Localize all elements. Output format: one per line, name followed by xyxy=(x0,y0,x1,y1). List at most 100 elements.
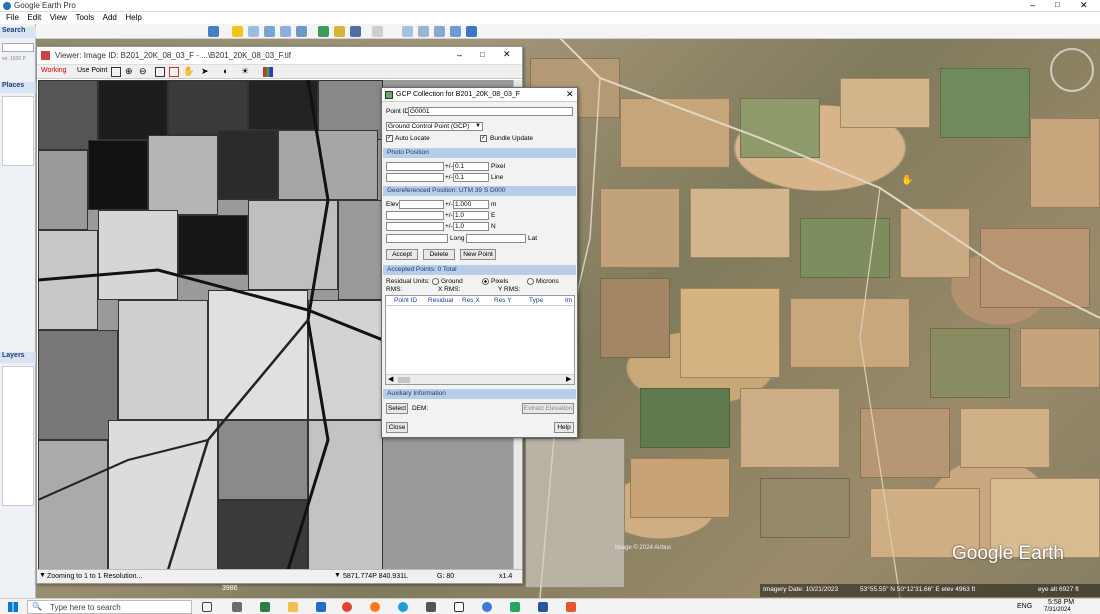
viewer-minimize-icon[interactable]: – xyxy=(457,50,462,60)
windows-start-icon[interactable] xyxy=(8,602,18,612)
gcp-close-icon[interactable]: ✕ xyxy=(566,89,574,100)
col-res-y[interactable]: Res Y xyxy=(494,297,512,304)
menu-edit[interactable]: Edit xyxy=(27,12,41,24)
contrast-icon[interactable]: ◐ xyxy=(223,66,228,76)
pci-geomatica-icon[interactable] xyxy=(454,602,464,612)
col-type[interactable]: Type xyxy=(529,297,543,304)
word-icon[interactable] xyxy=(538,602,548,612)
close-button[interactable]: Close xyxy=(386,422,408,433)
long-input[interactable] xyxy=(386,234,448,243)
menu-view[interactable]: View xyxy=(50,12,67,24)
ground-radio[interactable] xyxy=(432,278,439,285)
elev-input[interactable] xyxy=(399,200,444,209)
app-icon-4[interactable] xyxy=(566,602,576,612)
col-im[interactable]: Im xyxy=(565,297,572,304)
search-panel-header[interactable]: Search xyxy=(0,27,36,38)
compass-icon[interactable] xyxy=(1050,48,1094,92)
viewer-maximize-icon[interactable]: □ xyxy=(480,50,485,59)
easting-tolerance-input[interactable]: 1.0 xyxy=(453,211,489,220)
language-indicator[interactable]: ENG xyxy=(1017,603,1032,610)
viewer-close-icon[interactable]: ✕ xyxy=(503,49,511,60)
zoom-in-icon[interactable]: ⊕ xyxy=(125,66,133,77)
firefox-icon[interactable] xyxy=(370,602,380,612)
tour-icon[interactable] xyxy=(296,26,307,37)
places-panel-header[interactable]: Places xyxy=(0,82,36,93)
bands-icon[interactable] xyxy=(263,67,273,77)
extract-elevation-button[interactable]: Extract Elevation xyxy=(522,403,574,414)
accepted-points-table[interactable]: Point ID Residual Res X Res Y Type Im ◀ … xyxy=(385,295,575,385)
help-button[interactable]: Help xyxy=(554,422,574,433)
bundle-update-checkbox[interactable]: ✓ xyxy=(480,135,487,142)
scroll-right-icon[interactable]: ▶ xyxy=(566,375,571,383)
easting-input[interactable] xyxy=(386,211,444,220)
scroll-thumb[interactable] xyxy=(398,377,410,383)
line-input[interactable] xyxy=(386,173,444,182)
sidebar-toggle-icon[interactable] xyxy=(208,26,219,37)
menu-add[interactable]: Add xyxy=(103,12,117,24)
overlay-icon[interactable] xyxy=(280,26,291,37)
planets-icon[interactable] xyxy=(350,26,361,37)
pixel-tolerance-input[interactable]: 0.1 xyxy=(453,162,489,171)
accept-button[interactable]: Accept xyxy=(386,249,418,260)
email-icon[interactable] xyxy=(402,26,413,37)
menu-tools[interactable]: Tools xyxy=(75,12,94,24)
print-icon[interactable] xyxy=(418,26,429,37)
scroll-left-icon[interactable]: ◀ xyxy=(388,375,393,383)
clock-date[interactable]: 7/31/2024 xyxy=(1044,607,1071,613)
new-point-button[interactable]: New Point xyxy=(460,249,496,260)
menu-help[interactable]: Help xyxy=(125,12,141,24)
task-view-icon[interactable] xyxy=(202,602,212,612)
fit-icon[interactable] xyxy=(111,67,121,77)
brightness-icon[interactable]: ☀ xyxy=(241,66,249,77)
sun-icon[interactable] xyxy=(334,26,345,37)
point-id-input[interactable]: G0001 xyxy=(408,107,573,116)
col-res-x[interactable]: Res X xyxy=(462,297,480,304)
mail-icon[interactable] xyxy=(316,602,326,612)
col-point-id[interactable]: Point ID xyxy=(394,297,417,304)
zoom-1to1-icon[interactable] xyxy=(169,67,179,77)
history-icon[interactable] xyxy=(318,26,329,37)
search-input[interactable] xyxy=(2,43,34,52)
working-mode-button[interactable]: Working xyxy=(41,67,67,74)
cursor-icon[interactable]: ➤ xyxy=(201,66,209,77)
pixel-input[interactable] xyxy=(386,162,444,171)
layers-tree[interactable] xyxy=(2,366,34,506)
table-horizontal-scrollbar[interactable]: ◀ ▶ xyxy=(386,374,574,384)
northing-tolerance-input[interactable]: 1.0 xyxy=(453,222,489,231)
pan-hand-icon[interactable]: ✋ xyxy=(183,66,194,77)
places-tree[interactable] xyxy=(2,96,34,166)
col-residual[interactable]: Residual xyxy=(428,297,453,304)
select-dem-button[interactable]: Select xyxy=(386,403,408,414)
app-icon-1[interactable] xyxy=(232,602,242,612)
pixels-radio[interactable] xyxy=(482,278,489,285)
google-earth-icon[interactable] xyxy=(482,602,492,612)
gcp-collection-dialog[interactable]: GCP Collection for B201_20K_08_03_F ✕ Po… xyxy=(381,87,578,438)
line-tolerance-input[interactable]: 0.1 xyxy=(453,173,489,182)
use-point-button[interactable]: Use Point xyxy=(77,67,107,74)
zoom-out-icon[interactable]: ⊖ xyxy=(139,66,147,77)
save-image-icon[interactable] xyxy=(434,26,445,37)
app-icon-2[interactable] xyxy=(260,602,270,612)
layers-panel-header[interactable]: Layers xyxy=(0,352,36,363)
zoom-box-icon[interactable] xyxy=(155,67,165,77)
globe-icon[interactable] xyxy=(466,26,477,37)
minimize-icon[interactable]: – xyxy=(1030,0,1035,10)
app-icon-3[interactable] xyxy=(510,602,520,612)
clock-time[interactable]: 5:58 PM xyxy=(1048,599,1074,606)
polygon-icon[interactable] xyxy=(248,26,259,37)
file-explorer-icon[interactable] xyxy=(288,602,298,612)
chrome-icon[interactable] xyxy=(342,602,352,612)
settings-icon[interactable] xyxy=(426,602,436,612)
ruler-icon[interactable] xyxy=(372,26,383,37)
chevron-down-icon[interactable]: ▼ xyxy=(475,123,481,129)
northing-input[interactable] xyxy=(386,222,444,231)
auto-locate-checkbox[interactable]: ✓ xyxy=(386,135,393,142)
maps-icon[interactable] xyxy=(450,26,461,37)
close-icon[interactable]: ✕ xyxy=(1080,0,1088,11)
placemark-icon[interactable] xyxy=(232,26,243,37)
elev-tolerance-input[interactable]: 1.000 xyxy=(453,200,489,209)
menu-file[interactable]: File xyxy=(6,12,19,24)
maximize-icon[interactable]: □ xyxy=(1055,0,1060,9)
lat-input[interactable] xyxy=(466,234,526,243)
taskbar-search-box[interactable]: 🔍 Type here to search xyxy=(27,600,192,614)
